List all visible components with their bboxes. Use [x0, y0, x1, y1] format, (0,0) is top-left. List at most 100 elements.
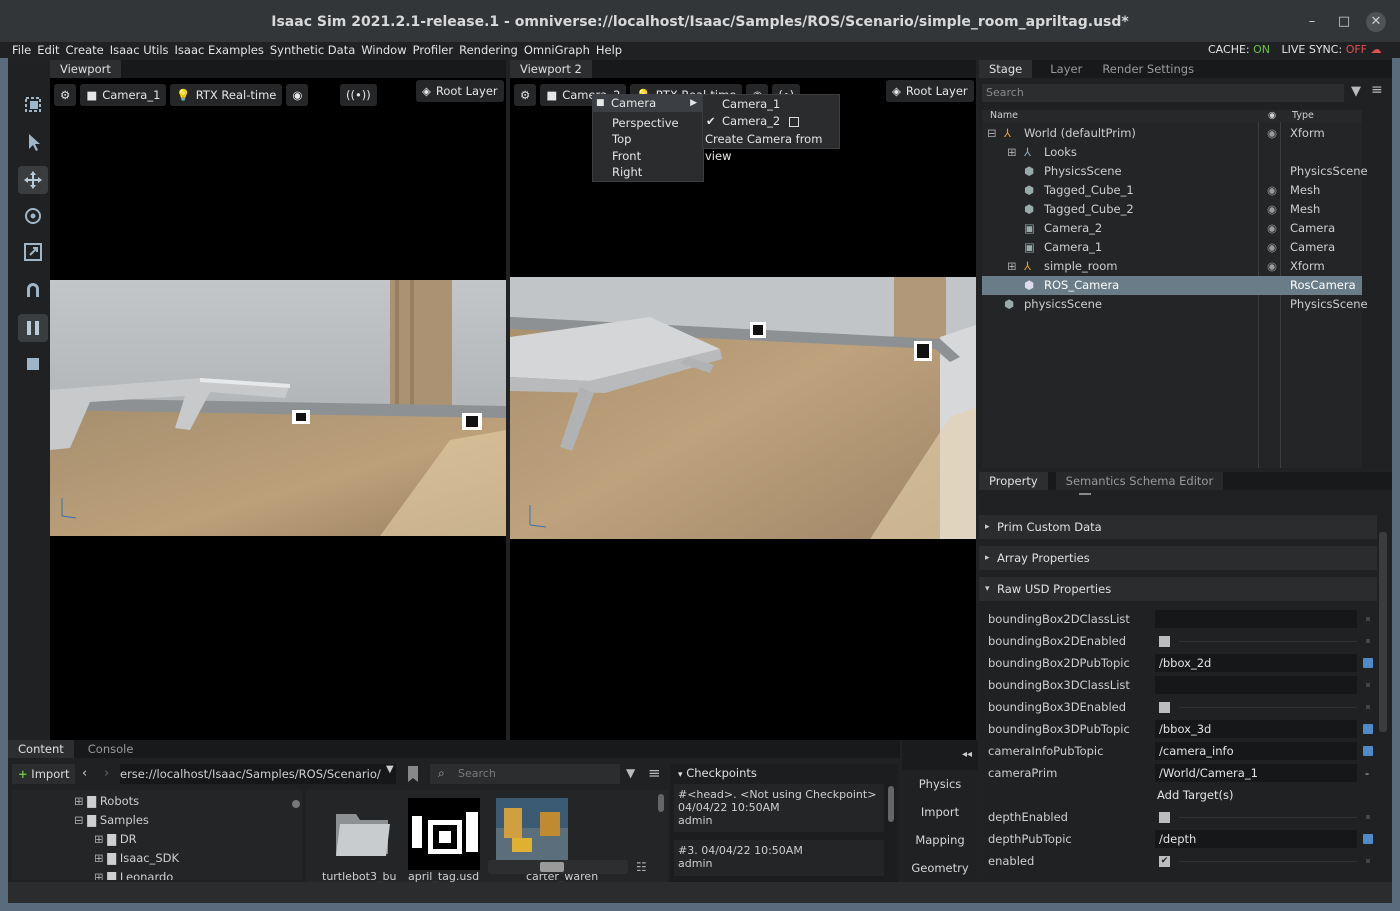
prop-field[interactable]: /bbox_3d — [1155, 720, 1357, 738]
camera-menu-header[interactable]: ■ Camera ▶ — [593, 95, 703, 112]
tab-render-settings[interactable]: Render Settings — [1092, 60, 1204, 78]
stage-search-input[interactable]: Search — [982, 84, 1344, 102]
file-april-tag[interactable] — [408, 798, 480, 870]
column-type[interactable]: Type — [1292, 110, 1314, 122]
snap-magnet-icon[interactable] — [18, 276, 48, 304]
options-menu-icon[interactable]: ≡ — [648, 764, 661, 782]
minimize-button[interactable]: – — [1302, 12, 1322, 32]
content-search-input[interactable]: Search — [430, 764, 620, 784]
expand-icon[interactable]: ⊞ — [1007, 257, 1017, 276]
stop-icon[interactable] — [18, 350, 48, 378]
thumbnail-size-slider[interactable] — [488, 860, 628, 874]
bookmark-icon[interactable] — [408, 766, 418, 782]
prop-checkbox-checked[interactable]: ✔ — [1159, 856, 1170, 867]
filter-icon[interactable]: ▼ — [626, 766, 635, 780]
tab-viewport-2[interactable]: Viewport 2 — [510, 60, 592, 78]
maximize-button[interactable]: □ — [1334, 12, 1354, 32]
eye-icon[interactable]: ◉ — [1267, 124, 1277, 143]
move-tool-icon[interactable] — [18, 166, 48, 194]
scene-render-1[interactable] — [50, 280, 506, 536]
tree-item-samples[interactable]: ⊟ ▇ Samples — [74, 813, 149, 827]
file-carter-warehouse[interactable] — [496, 798, 568, 866]
stage-row-ros-camera[interactable]: ⬢ ROS_Camera RosCamera — [982, 276, 1362, 295]
root-layer-button[interactable]: ◈ Root Layer — [416, 80, 504, 102]
collapse-panel-icon[interactable]: ◂◂ — [902, 740, 978, 770]
tab-stage[interactable]: Stage — [979, 60, 1033, 78]
stage-row-camera-2[interactable]: ▣ Camera_2 ◉ Camera — [982, 219, 1362, 238]
grid-scrollbar[interactable] — [658, 794, 664, 812]
section-prim-custom-data[interactable]: Prim Custom Data — [979, 515, 1377, 539]
back-arrow-icon[interactable]: ‹ — [82, 766, 87, 781]
select-arrow-icon[interactable] — [18, 128, 48, 156]
viewport-1[interactable]: Viewport ⚙ ■ Camera_1 💡 RTX Real-time ◉ ((… — [50, 60, 506, 740]
expand-icon[interactable]: ⊞ — [74, 794, 84, 808]
modified-indicator[interactable] — [1363, 834, 1373, 844]
viewport2-settings-button[interactable]: ⚙ — [514, 84, 537, 106]
expand-icon[interactable]: ⊞ — [94, 870, 104, 880]
submenu-camera-2[interactable]: ✔ Camera_2 — [703, 113, 839, 130]
modified-indicator[interactable] — [1363, 724, 1373, 734]
stage-row-camera-1[interactable]: ▣ Camera_1 ◉ Camera — [982, 238, 1362, 257]
stage-row-physicsscene[interactable]: ⬢ PhysicsScene PhysicsScene — [982, 162, 1368, 181]
prop-field[interactable] — [1155, 676, 1357, 694]
prop-field[interactable]: /depth — [1155, 830, 1357, 848]
tab-property[interactable]: Property — [979, 472, 1048, 490]
section-array-properties[interactable]: Array Properties — [979, 546, 1377, 570]
rotate-tool-icon[interactable] — [18, 202, 48, 230]
menu-window[interactable]: Window — [358, 42, 409, 58]
menu-profiler[interactable]: Profiler — [410, 42, 457, 58]
visibility-button[interactable]: ◉ — [286, 84, 309, 106]
camera-lock-checkbox[interactable] — [789, 116, 799, 127]
import-side-button[interactable]: Import — [902, 800, 978, 824]
render-mode-button[interactable]: 💡 RTX Real-time — [170, 84, 283, 106]
grid-view-icon[interactable]: ☷ — [636, 860, 647, 874]
camera-select-button[interactable]: ■ Camera_1 — [80, 84, 167, 106]
cache-value[interactable]: ON — [1253, 43, 1270, 56]
eye-icon[interactable]: ◉ — [1267, 200, 1277, 219]
physics-button[interactable]: Physics — [902, 772, 978, 796]
menu-item-perspective[interactable]: Perspective — [593, 115, 703, 132]
close-window-button[interactable]: ✕ — [1366, 12, 1386, 32]
select-mode-icon[interactable] — [18, 90, 48, 118]
menu-rendering[interactable]: Rendering — [456, 42, 521, 58]
forward-arrow-icon[interactable]: › — [104, 766, 109, 781]
prop-checkbox[interactable] — [1159, 636, 1170, 647]
remove-target-icon[interactable]: - — [1365, 762, 1369, 784]
menu-file[interactable]: File — [9, 42, 34, 58]
tree-item-robots[interactable]: ⊞ ▇ Robots — [74, 794, 139, 808]
stage-row-tagged-cube-2[interactable]: ⬢ Tagged_Cube_2 ◉ Mesh — [982, 200, 1362, 219]
slider-handle[interactable] — [540, 862, 564, 872]
path-dropdown-icon[interactable]: ▼ — [386, 764, 394, 775]
panel-grip[interactable] — [1079, 493, 1091, 495]
eye-icon[interactable]: ◉ — [1267, 219, 1277, 238]
menu-item-right[interactable]: Right — [593, 164, 703, 181]
section-raw-usd-properties[interactable]: Raw USD Properties — [979, 577, 1377, 601]
menu-synthetic-data[interactable]: Synthetic Data — [267, 42, 358, 58]
add-targets-button[interactable]: Add Target(s) — [1157, 784, 1233, 806]
prop-field[interactable]: /World/Camera_1 — [1155, 764, 1357, 782]
mapping-button[interactable]: Mapping — [902, 828, 978, 852]
stage-row-simple-room[interactable]: ⊞ ⅄ simple_room ◉ Xform — [982, 257, 1362, 276]
file-turtlebot3[interactable] — [330, 800, 394, 860]
menu-help[interactable]: Help — [593, 42, 625, 58]
stage-row-physics-scene-root[interactable]: ⬢ physicsScene PhysicsScene — [982, 295, 1368, 314]
options-menu-icon[interactable]: ≡ — [1371, 82, 1383, 98]
tab-viewport[interactable]: Viewport — [50, 60, 121, 78]
expand-icon[interactable]: ⊞ — [94, 832, 104, 846]
tree-item-dr[interactable]: ⊞ ▇ DR — [94, 832, 137, 846]
scene-render-2[interactable] — [510, 277, 976, 539]
stage-row-world[interactable]: ⊟ ⅄ World (defaultPrim) ◉ Xform — [982, 124, 1362, 143]
live-sync-value[interactable]: OFF — [1346, 43, 1367, 56]
tree-scroll-indicator[interactable] — [292, 800, 300, 808]
menu-isaac-examples[interactable]: Isaac Examples — [172, 42, 267, 58]
tree-item-leonardo[interactable]: ⊞ ▇ Leonardo — [94, 870, 173, 880]
menu-item-top[interactable]: Top — [593, 131, 703, 148]
menu-item-front[interactable]: Front — [593, 148, 703, 165]
expand-icon[interactable]: ⊞ — [1007, 143, 1017, 162]
submenu-camera-1[interactable]: Camera_1 — [703, 96, 839, 113]
prop-field[interactable] — [1155, 610, 1357, 628]
eye-icon[interactable]: ◉ — [1267, 257, 1277, 276]
pause-icon[interactable] — [18, 314, 48, 342]
menu-omnigraph[interactable]: OmniGraph — [521, 42, 593, 58]
tab-console[interactable]: Console — [78, 740, 144, 758]
